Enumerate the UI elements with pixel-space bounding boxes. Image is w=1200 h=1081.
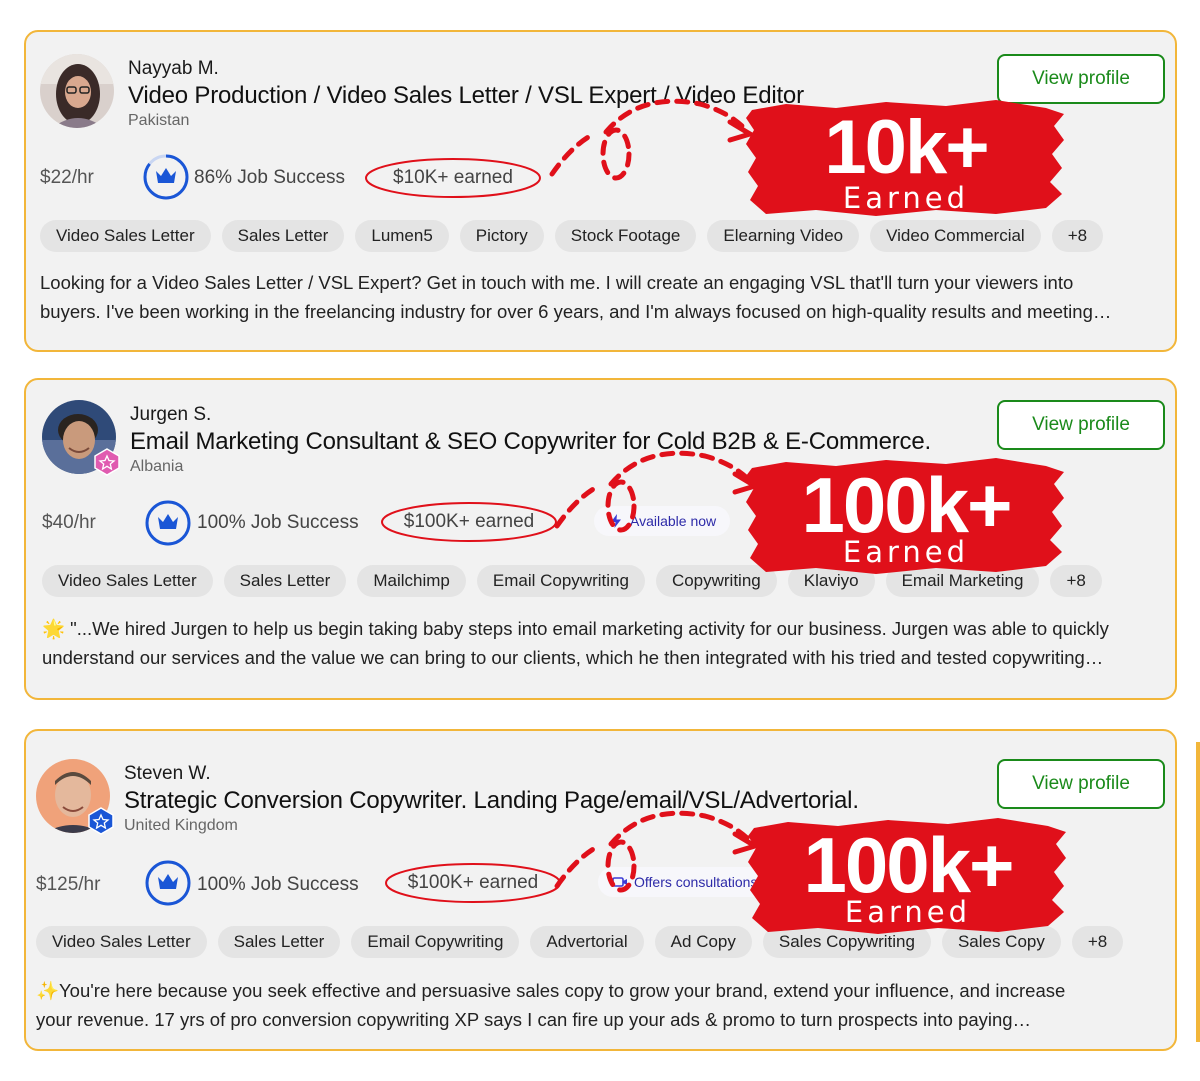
promo-label: Earned — [842, 535, 970, 569]
skill-chip[interactable]: Sales Letter — [221, 220, 345, 252]
description-line: 🌟 "...We hired Jurgen to help us begin t… — [42, 618, 1109, 639]
freelancer-country: Pakistan — [128, 112, 190, 129]
skill-chip[interactable]: Video Sales Letter — [36, 926, 207, 958]
skill-chip[interactable]: Elearning Video — [707, 220, 860, 252]
job-success-crown-icon — [145, 860, 191, 906]
job-success-crown-icon — [145, 500, 191, 546]
avatar[interactable] — [40, 54, 114, 128]
skills-list: Video Sales Letter Sales Letter Lumen5 P… — [40, 220, 1104, 252]
job-success-score: 100% Job Success — [197, 874, 359, 895]
woman-portrait-icon — [40, 54, 114, 128]
freelancer-description[interactable]: ✨You're here because you seek effective … — [36, 976, 1166, 1034]
description-line: ✨You're here because you seek effective … — [36, 980, 1066, 1001]
earned-promo-banner: 10k+ Earned — [746, 96, 1066, 221]
hourly-rate: $40/hr — [42, 512, 96, 533]
skill-chip[interactable]: Video Sales Letter — [42, 565, 213, 597]
freelancer-country: Albania — [130, 458, 184, 475]
freelancer-name[interactable]: Nayyab M. — [128, 58, 219, 80]
promo-amount: 100k+ — [801, 461, 1012, 549]
description-line: buyers. I've been working in the freelan… — [40, 301, 1112, 322]
earned-promo-banner: 100k+ Earned — [748, 814, 1068, 939]
expert-vetted-badge-icon — [88, 807, 114, 835]
more-skills-chip[interactable]: +8 — [1071, 926, 1124, 958]
divider — [1196, 742, 1200, 1042]
total-earned: $100K+ earned — [380, 500, 558, 544]
promo-label: Earned — [842, 181, 970, 215]
promo-amount: 10k+ — [824, 105, 989, 190]
hourly-rate: $22/hr — [40, 167, 94, 188]
promo-label: Earned — [844, 895, 972, 929]
description-line: your revenue. 17 yrs of pro conversion c… — [36, 1009, 1032, 1030]
skill-chip[interactable]: Mailchimp — [357, 565, 466, 597]
earned-promo-banner: 100k+ Earned — [746, 454, 1066, 579]
avatar[interactable] — [36, 759, 114, 835]
skill-chip[interactable]: Sales Letter — [223, 565, 347, 597]
skill-chip[interactable]: Email Copywriting — [476, 565, 645, 597]
freelancer-name[interactable]: Steven W. — [124, 763, 211, 785]
description-line: Looking for a Video Sales Letter / VSL E… — [40, 272, 1074, 293]
skill-chip[interactable]: Email Copywriting — [351, 926, 520, 958]
job-success-score: 100% Job Success — [197, 512, 359, 533]
top-rated-badge-icon — [94, 448, 120, 476]
freelancer-description[interactable]: Looking for a Video Sales Letter / VSL E… — [40, 268, 1170, 326]
dashed-arrow-annotation — [554, 450, 762, 533]
job-success-crown-icon — [143, 154, 189, 200]
freelancer-title[interactable]: Email Marketing Consultant & SEO Copywri… — [130, 428, 931, 456]
skill-chip[interactable]: Advertorial — [530, 926, 644, 958]
freelancer-name[interactable]: Jurgen S. — [130, 404, 211, 426]
view-profile-button[interactable]: View profile — [997, 400, 1165, 450]
skill-chip[interactable]: Pictory — [459, 220, 544, 252]
skill-chip[interactable]: Sales Letter — [217, 926, 341, 958]
freelancer-country: United Kingdom — [124, 817, 238, 834]
promo-amount: 100k+ — [803, 821, 1014, 909]
total-earned: $100K+ earned — [384, 861, 562, 905]
skill-chip[interactable]: Stock Footage — [554, 220, 697, 252]
skill-chip[interactable]: Video Sales Letter — [40, 220, 211, 252]
view-profile-button[interactable]: View profile — [997, 759, 1165, 809]
avatar[interactable] — [42, 400, 120, 476]
skill-chip[interactable]: Video Commercial — [870, 220, 1041, 252]
freelancer-description[interactable]: 🌟 "...We hired Jurgen to help us begin t… — [42, 614, 1172, 672]
dashed-arrow-annotation — [554, 810, 762, 893]
description-line: understand our services and the value we… — [42, 647, 1104, 668]
job-success-score: 86% Job Success — [194, 167, 346, 188]
more-skills-chip[interactable]: +8 — [1051, 220, 1104, 252]
skill-chip[interactable]: Lumen5 — [355, 220, 449, 252]
total-earned: $10K+ earned — [364, 156, 542, 200]
dashed-arrow-annotation — [549, 98, 757, 181]
hourly-rate: $125/hr — [36, 874, 101, 895]
skill-chip[interactable]: Ad Copy — [654, 926, 752, 958]
